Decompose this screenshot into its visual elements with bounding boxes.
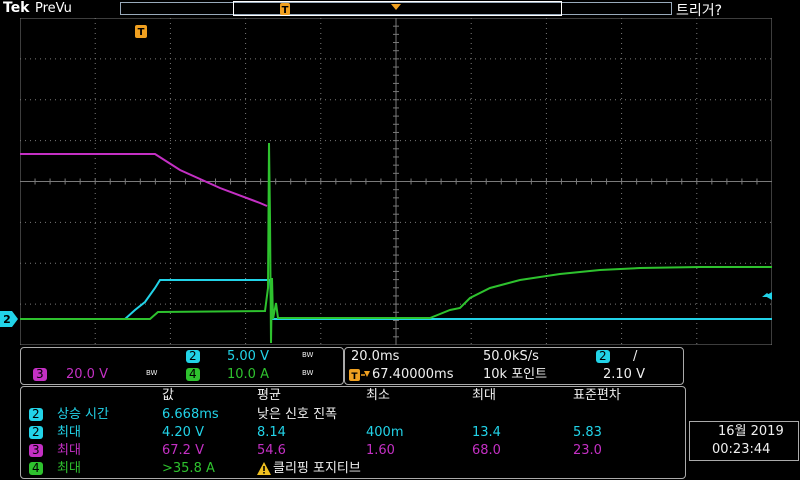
measure-row-value: 6.668ms [162, 407, 219, 422]
sample-rate: 50.0kS/s [483, 349, 539, 364]
measurements-panel[interactable]: 값 평균 최소 최대 표준편차 2 상승 시간 6.668ms 낮은 신호 진폭… [20, 386, 686, 479]
trigger-level-pointer-icon [765, 292, 772, 300]
trigger-slope-icon[interactable]: / [633, 349, 637, 364]
measure-header-max: 최대 [472, 388, 496, 403]
top-bar: Tek PreVu T 트리거? [0, 0, 800, 19]
ch3-badge[interactable]: 3 [33, 368, 47, 381]
measure-row-channel-badge: 2 [29, 426, 43, 439]
graticule-grid [20, 18, 772, 345]
measure-row-channel-badge: 3 [29, 444, 43, 457]
ch2-badge[interactable]: 2 [186, 350, 200, 363]
measure-row-min: 1.60 [366, 443, 395, 458]
measure-row-value: >35.8 A [162, 461, 215, 476]
ch2-bw-limit: BW [302, 351, 314, 359]
measure-header-mean: 평균 [257, 388, 281, 403]
trigger-position-marker-icon: T [135, 25, 147, 38]
svg-text:T: T [138, 27, 145, 38]
measure-row-warning: 클리핑 포지티브 [273, 461, 361, 476]
trigger-position-icon: T [349, 369, 370, 382]
measure-row-mean: 8.14 [257, 425, 286, 440]
trigger-level[interactable]: 2.10 V [603, 367, 645, 382]
measure-header-min: 최소 [366, 388, 390, 403]
svg-text:T: T [282, 5, 289, 16]
trigger-source-badge[interactable]: 2 [596, 350, 610, 363]
measure-row-value: 4.20 V [162, 425, 204, 440]
measure-row-mean: 54.6 [257, 443, 286, 458]
measure-row-stddev: 23.0 [573, 443, 602, 458]
ch3-bw-limit: BW [146, 369, 158, 377]
trigger-status: 트리거? [676, 3, 723, 19]
measure-row-stddev: 5.83 [573, 425, 602, 440]
datetime-display[interactable]: 16월 2019 00:23:44 [689, 421, 799, 461]
ch4-scale[interactable]: 10.0 A [227, 367, 269, 382]
warning-triangle-icon [257, 462, 271, 475]
measure-row-name[interactable]: 상승 시간 [57, 407, 109, 422]
measure-row-name[interactable]: 최대 [57, 461, 81, 476]
record-center-arrow-icon [391, 4, 401, 10]
measure-row-min: 400m [366, 425, 404, 440]
measure-row-max: 68.0 [472, 443, 501, 458]
ch4-badge[interactable]: 4 [186, 368, 200, 381]
measure-header-stddev: 표준편차 [573, 388, 621, 403]
timebase-trigger-panel[interactable]: 20.0ms 50.0kS/s 2 / T 67.40000ms 10k 포인트… [344, 347, 684, 385]
svg-text:2: 2 [3, 313, 11, 326]
measure-row-channel-badge: 2 [29, 408, 43, 421]
measure-row-warning: 낮은 신호 진폭 [257, 407, 338, 422]
acquisition-status: PreVu [35, 1, 72, 16]
tek-logo: Tek [3, 0, 30, 16]
measure-row-max: 13.4 [472, 425, 501, 440]
channel-settings-panel[interactable]: 2 5.00 V BW 3 20.0 V BW 4 10.0 A BW [20, 347, 344, 385]
measure-row-value: 67.2 V [162, 443, 204, 458]
waveform-display[interactable]: T [20, 18, 772, 345]
date-text: 16월 2019 [718, 424, 784, 439]
ch2-scale[interactable]: 5.00 V [227, 349, 269, 364]
svg-text:T: T [351, 372, 358, 382]
horizontal-position[interactable]: 67.40000ms [372, 367, 453, 382]
ch3-waveform [20, 153, 268, 207]
measure-row-name[interactable]: 최대 [57, 443, 81, 458]
ch2-ground-marker-icon[interactable]: 2 [0, 311, 20, 327]
record-length[interactable]: 10k 포인트 [483, 367, 547, 382]
time-text: 00:23:44 [712, 442, 771, 457]
measure-row-channel-badge: 4 [29, 462, 43, 475]
record-trigger-marker-icon: T [280, 3, 290, 16]
measure-row-name[interactable]: 최대 [57, 425, 81, 440]
ch3-scale[interactable]: 20.0 V [66, 367, 108, 382]
ch4-bw-limit: BW [302, 369, 314, 377]
horizontal-scale[interactable]: 20.0ms [351, 349, 399, 364]
measure-header-value: 값 [162, 388, 174, 403]
